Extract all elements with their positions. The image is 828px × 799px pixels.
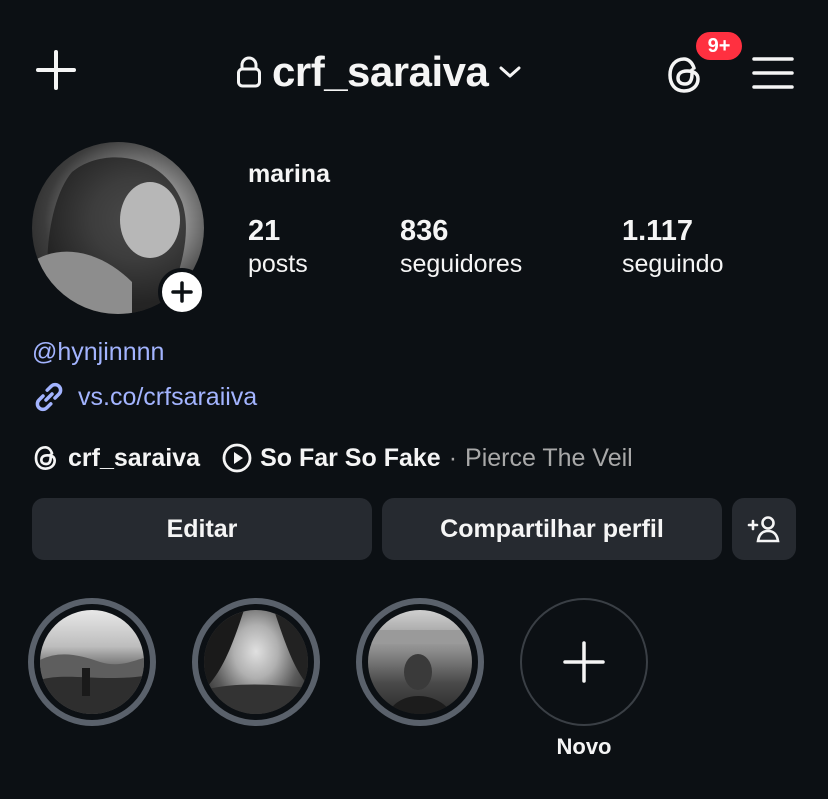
highlight-ring	[28, 598, 156, 726]
link-icon	[35, 382, 63, 412]
story-highlight[interactable]	[356, 598, 484, 726]
edit-profile-button[interactable]: Editar	[32, 498, 372, 560]
music-title: So Far So Fake	[260, 443, 441, 472]
new-highlight-label: Novo	[556, 734, 612, 759]
hamburger-menu-icon	[752, 57, 794, 89]
lock-icon	[237, 56, 261, 88]
highlight-ring	[356, 598, 484, 726]
discover-people-button[interactable]	[732, 498, 796, 560]
followers-count: 836	[400, 215, 449, 247]
display-name: marina	[248, 160, 330, 188]
threads-icon	[668, 57, 700, 93]
followers-stat[interactable]: 836 seguidores	[400, 214, 522, 280]
highlight-cover	[368, 610, 472, 714]
new-highlight-ring	[520, 598, 648, 726]
music-artist: Pierce The Veil	[465, 443, 633, 472]
following-count: 1.117	[622, 215, 693, 247]
add-story-button[interactable]	[158, 268, 206, 316]
profile-meta-row: crf_saraiva So Far So Fake · Pierce The …	[32, 438, 633, 478]
posts-label: posts	[248, 250, 308, 278]
following-label: seguindo	[622, 250, 724, 278]
following-stat[interactable]: 1.117 seguindo	[622, 214, 723, 280]
chevron-down-icon	[499, 66, 521, 78]
followers-label: seguidores	[400, 250, 523, 278]
add-person-icon	[747, 516, 780, 543]
share-profile-button[interactable]: Compartilhar perfil	[382, 498, 722, 560]
bio-mention-link[interactable]: @hynjinnnn	[32, 338, 164, 367]
profile-music[interactable]: So Far So Fake · Pierce The Veil	[222, 443, 633, 473]
story-highlight[interactable]	[192, 598, 320, 726]
threads-badge-link[interactable]: crf_saraiva	[32, 444, 200, 473]
threads-icon	[34, 445, 57, 471]
highlight-cover	[40, 610, 144, 714]
profile-username: crf_saraiva	[272, 48, 489, 95]
bio-link[interactable]: vs.co/crfsaraiiva	[32, 380, 257, 414]
highlight-ring	[192, 598, 320, 726]
music-separator: ·	[448, 443, 458, 472]
notification-badge: 9+	[694, 30, 744, 62]
posts-count: 21	[248, 215, 281, 247]
create-button[interactable]	[30, 44, 82, 96]
new-highlight-button[interactable]	[520, 598, 648, 726]
story-highlight[interactable]	[28, 598, 156, 726]
bio-link-text: vs.co/crfsaraiiva	[78, 382, 258, 411]
account-switcher[interactable]: crf_saraiva	[236, 46, 522, 98]
highlight-cover	[204, 610, 308, 714]
menu-button[interactable]	[748, 48, 798, 98]
plus-icon	[171, 281, 193, 303]
play-circle-icon	[222, 443, 252, 473]
plus-icon	[36, 50, 76, 90]
plus-icon	[563, 641, 605, 683]
threads-username: crf_saraiva	[68, 443, 201, 472]
posts-stat[interactable]: 21 posts	[248, 214, 308, 280]
